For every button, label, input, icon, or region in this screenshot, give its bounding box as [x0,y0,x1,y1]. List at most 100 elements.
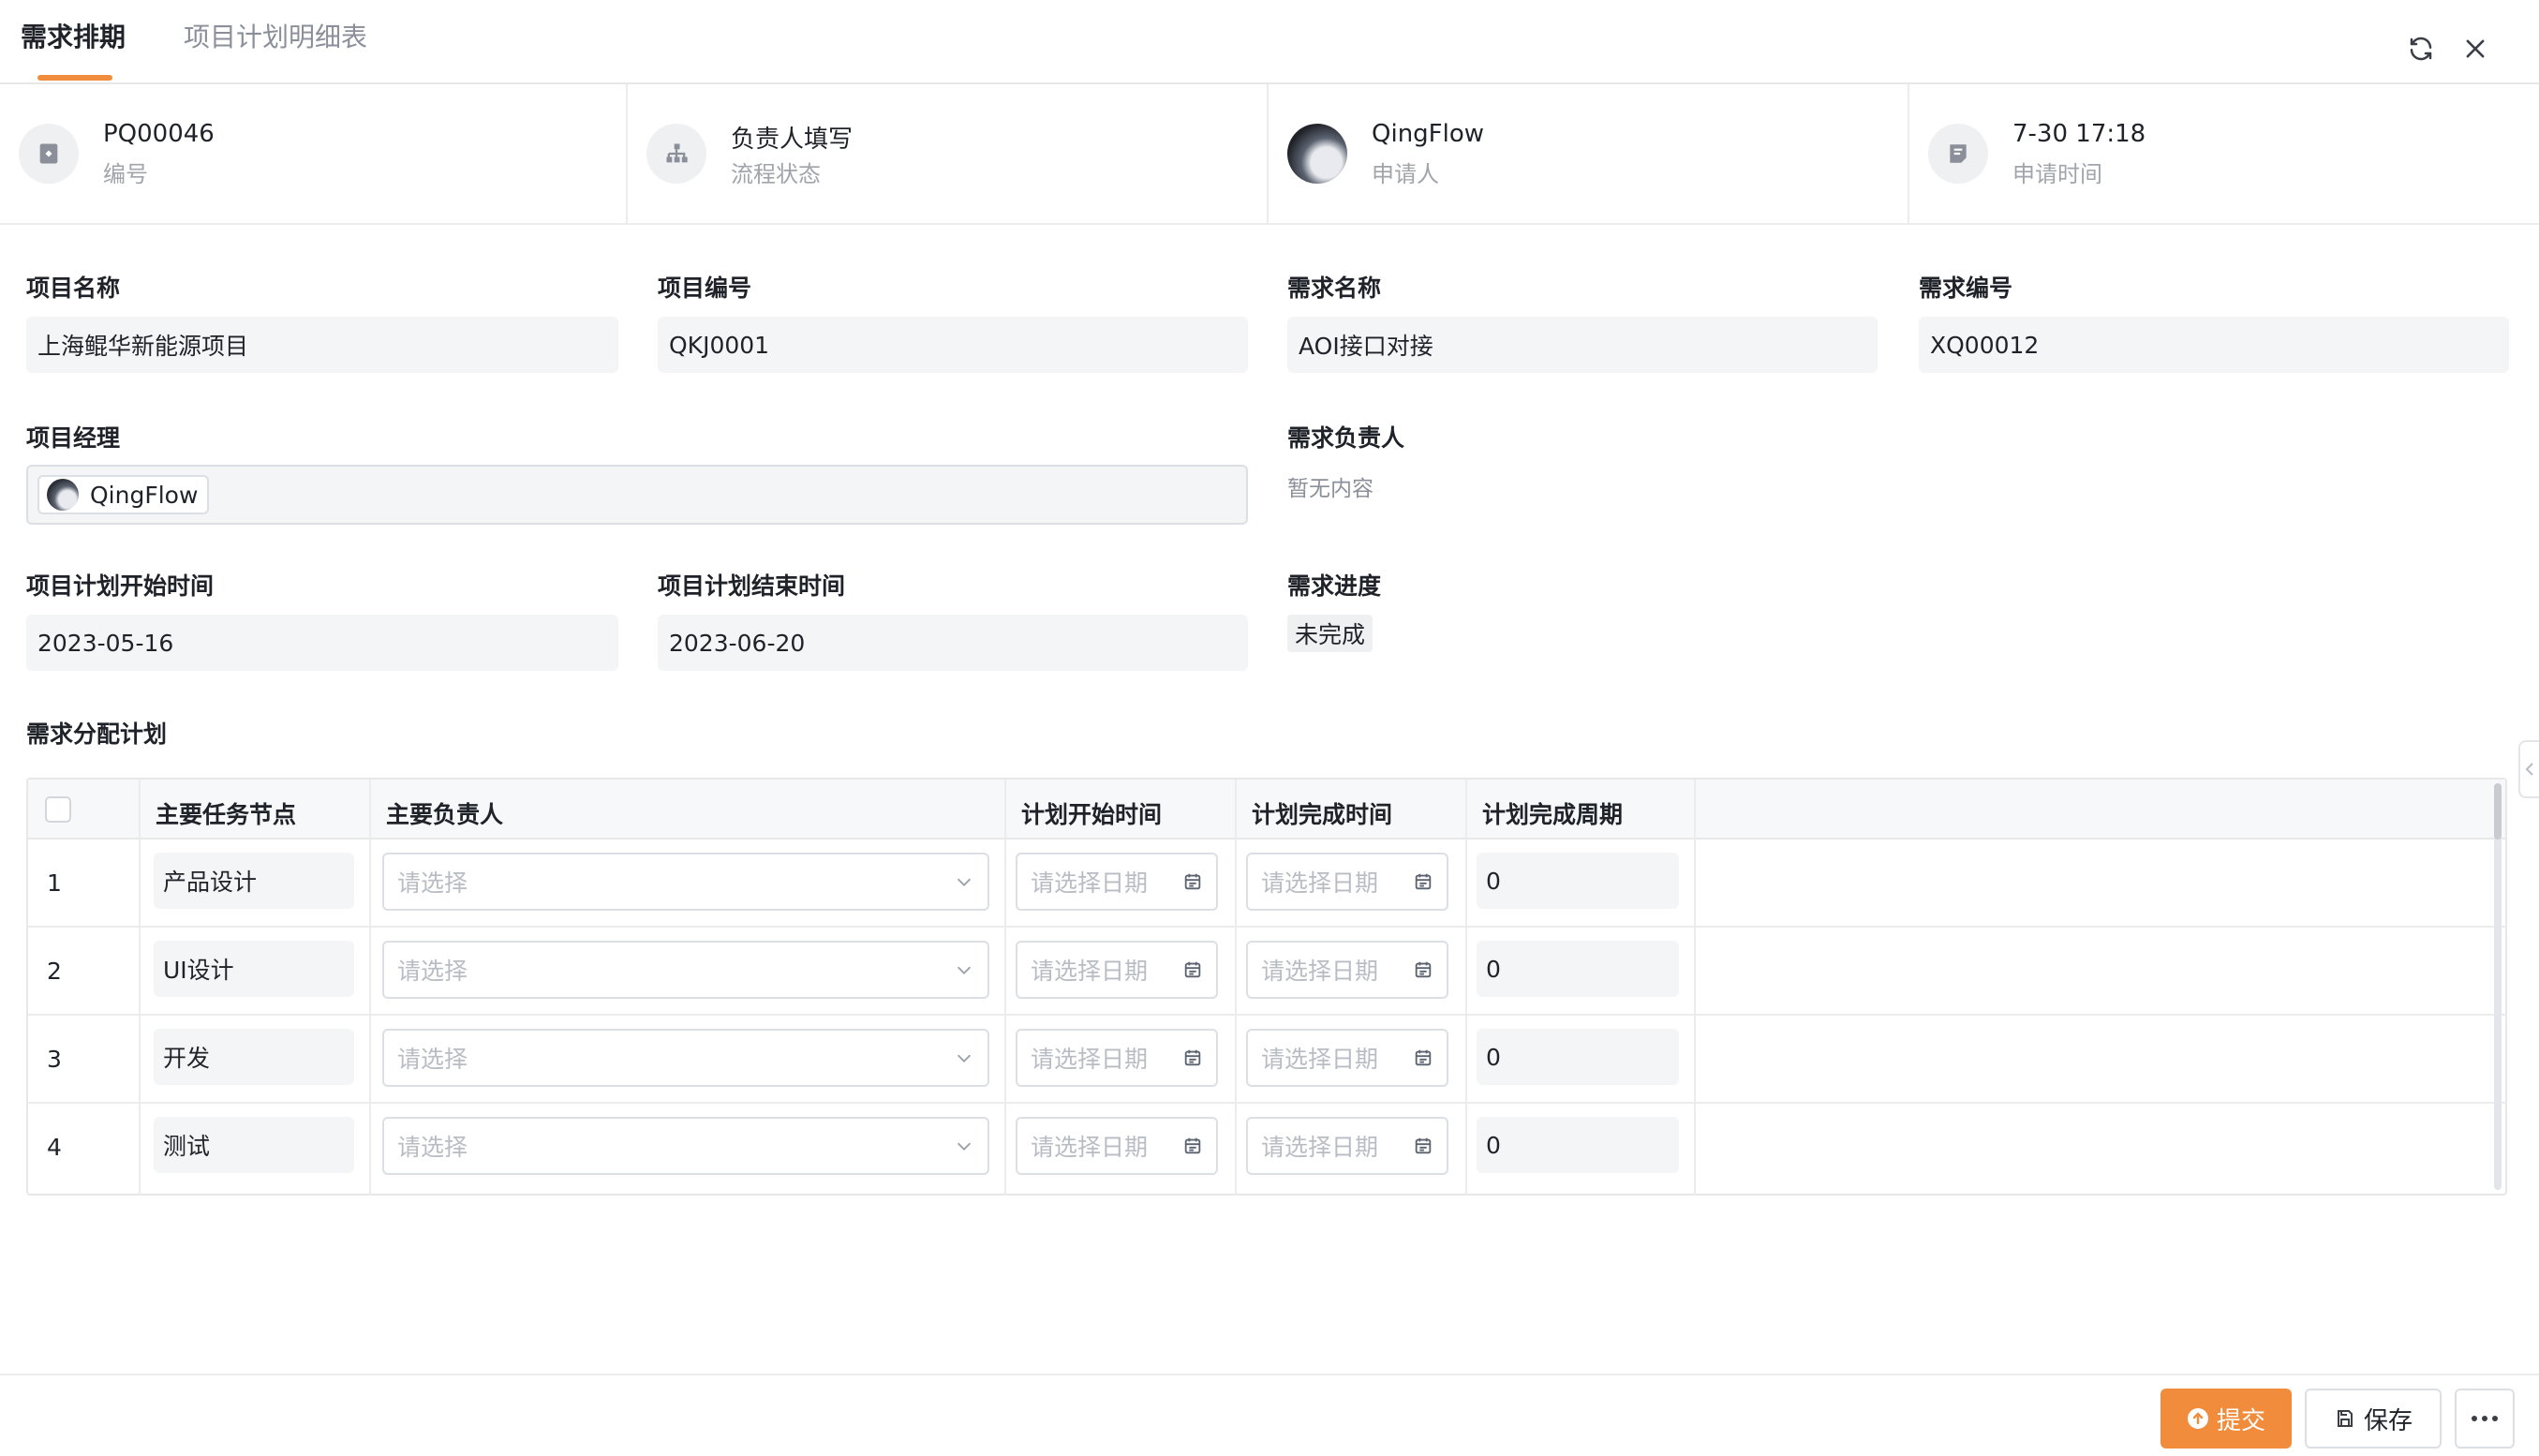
end-date-picker[interactable]: 请选择日期 [1246,1117,1448,1175]
start-date-picker[interactable]: 请选择日期 [1016,1117,1218,1175]
date-placeholder: 请选择日期 [1261,1134,1379,1161]
period-cell[interactable]: 0 [1477,941,1679,997]
info-cell-status: 负责人填写 流程状态 [628,84,1269,225]
task-node-cell[interactable]: 开发 [154,1029,354,1085]
chevron-down-icon [957,966,972,974]
owner-select[interactable]: 请选择 [382,941,989,999]
sidebar-expand-handle[interactable] [2518,740,2539,798]
tag-icon [19,124,79,184]
req-name-field[interactable]: AOI接口对接 [1287,317,1878,373]
plan-table: 主要任务节点 主要负责人 计划开始时间 计划完成时间 计划完成周期 1 产品设计… [26,778,2507,1196]
upload-circle-icon [2187,1408,2208,1429]
user-chip-name: QingFlow [90,481,199,509]
row-number: 3 [47,1046,62,1073]
table-row: 3 开发 请选择 请选择日期 请选择日期 0 [28,1016,2505,1104]
active-tab-indicator [37,75,112,81]
save-button[interactable]: 保存 [2305,1389,2442,1449]
row-number: 4 [47,1134,62,1161]
date-placeholder: 请选择日期 [1031,869,1149,897]
owner-select[interactable]: 请选择 [382,1029,989,1087]
owner-select-placeholder: 请选择 [397,1046,468,1073]
plan-start-label: 项目计划开始时间 [26,572,215,600]
project-no-label: 项目编号 [658,275,752,302]
table-row: 1 产品设计 请选择 请选择日期 请选择日期 0 [28,839,2505,928]
avatar [1287,124,1347,184]
calendar-icon [1184,873,1201,890]
start-date-picker[interactable]: 请选择日期 [1016,1029,1218,1087]
info-value: 负责人填写 [731,126,854,154]
save-icon [2337,1410,2353,1427]
subtable-title: 需求分配计划 [26,721,168,748]
pm-label: 项目经理 [26,424,121,452]
project-name-field[interactable]: 上海鲲华新能源项目 [26,317,618,373]
end-date-picker[interactable]: 请选择日期 [1246,941,1448,999]
calendar-icon [1184,1137,1201,1154]
info-cell-applicant: QingFlow 申请人 [1269,84,1909,225]
column-header: 主要任务节点 [156,801,297,828]
tab-project-plan-detail[interactable]: 项目计划明细表 [184,17,367,54]
table-scrollbar-track[interactable] [2494,783,2502,1190]
project-no-field[interactable]: QKJ0001 [658,317,1248,373]
row-number: 2 [47,958,62,985]
calendar-icon [1184,961,1201,978]
owner-select[interactable]: 请选择 [382,1117,989,1175]
start-date-picker[interactable]: 请选择日期 [1016,853,1218,911]
chevron-down-icon [957,1142,972,1151]
org-chart-icon [646,124,706,184]
select-all-checkbox[interactable] [45,796,71,823]
table-scrollbar-thumb[interactable] [2494,783,2502,839]
info-cell-apply-time: 7-30 17:18 申请时间 [1909,84,2539,225]
info-value: PQ00046 [103,120,215,148]
chevron-down-icon [957,1054,972,1062]
more-icon [2472,1416,2498,1421]
req-owner-label: 需求负责人 [1287,424,1405,452]
info-cell-number: PQ00046 编号 [0,84,628,225]
calendar-icon [1415,1137,1432,1154]
calendar-icon [1415,873,1432,890]
avatar [47,479,79,511]
user-chip[interactable]: QingFlow [37,475,210,514]
date-placeholder: 请选择日期 [1031,1046,1149,1073]
plan-end-field[interactable]: 2023-06-20 [658,615,1248,671]
req-no-field[interactable]: XQ00012 [1919,317,2509,373]
plan-start-field[interactable]: 2023-05-16 [26,615,618,671]
period-cell[interactable]: 0 [1477,853,1679,909]
refresh-icon[interactable] [2402,30,2440,67]
date-placeholder: 请选择日期 [1261,1046,1379,1073]
info-label: 申请时间 [2012,161,2102,187]
task-node-cell[interactable]: 产品设计 [154,853,354,909]
more-button[interactable] [2455,1389,2515,1449]
chevron-down-icon [957,878,972,886]
req-owner-empty: 暂无内容 [1287,477,1373,501]
task-node-cell[interactable]: 测试 [154,1117,354,1173]
owner-select[interactable]: 请选择 [382,853,989,911]
info-label: 编号 [103,161,148,187]
column-header: 计划开始时间 [1021,801,1163,828]
tab-requirement-schedule[interactable]: 需求排期 [21,17,126,54]
submit-label: 提交 [2216,1406,2265,1435]
note-icon [1928,124,1988,184]
table-header: 主要任务节点 主要负责人 计划开始时间 计划完成时间 计划完成周期 [28,780,2505,839]
close-icon[interactable] [2457,30,2494,67]
pm-field[interactable]: QingFlow [26,465,1248,525]
column-header: 计划完成时间 [1252,801,1393,828]
req-progress-tag: 未完成 [1287,615,1373,652]
info-strip: PQ00046 编号 负责人填写 流程状态 QingFlow 申请人 7-30 … [0,84,2539,225]
tab-bar: 需求排期 项目计划明细表 [0,0,2539,84]
owner-select-placeholder: 请选择 [397,869,468,897]
date-placeholder: 请选择日期 [1031,958,1149,985]
end-date-picker[interactable]: 请选择日期 [1246,1029,1448,1087]
req-name-label: 需求名称 [1287,275,1382,302]
footer-bar: 提交 保存 [0,1374,2539,1456]
period-cell[interactable]: 0 [1477,1029,1679,1085]
date-placeholder: 请选择日期 [1261,958,1379,985]
start-date-picker[interactable]: 请选择日期 [1016,941,1218,999]
period-cell[interactable]: 0 [1477,1117,1679,1173]
owner-select-placeholder: 请选择 [397,958,468,985]
submit-button[interactable]: 提交 [2160,1389,2292,1449]
project-name-label: 项目名称 [26,275,121,302]
end-date-picker[interactable]: 请选择日期 [1246,853,1448,911]
info-label: 申请人 [1372,161,1439,187]
task-node-cell[interactable]: UI设计 [154,941,354,997]
owner-select-placeholder: 请选择 [397,1134,468,1161]
